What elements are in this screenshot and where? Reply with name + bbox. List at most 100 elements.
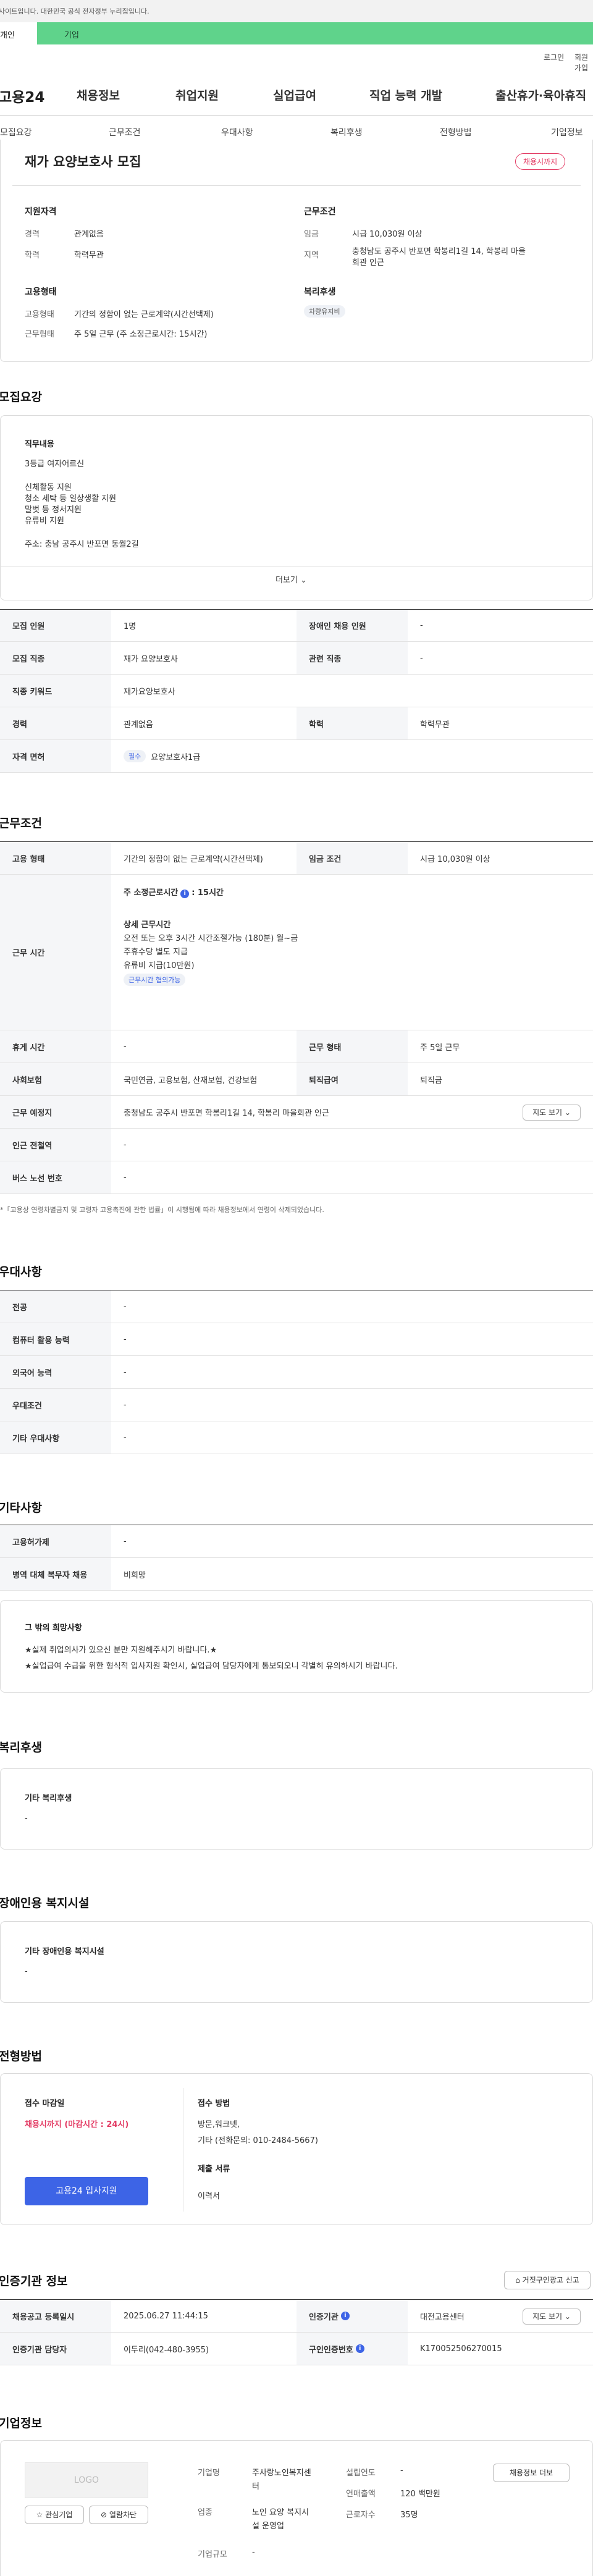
map-view-label: 지도 보기 [532, 1108, 563, 1117]
site-logo[interactable]: 고용24 [0, 85, 44, 106]
welfare-heading: 기타 복리후생 [25, 1794, 72, 1803]
tabnav-conditions[interactable]: 근무조건 [109, 126, 141, 138]
job-line: 유류비 지원 [25, 516, 64, 526]
table-cell: - [124, 1302, 127, 1311]
table-header: 인증기관 i [296, 2300, 408, 2332]
tabnav-selection[interactable]: 전형방법 [440, 126, 472, 138]
job-line: 주소: 충남 공주시 반포면 동월2길 [25, 540, 139, 549]
table-header: 직종 키워드 [0, 675, 111, 707]
table-row: 채용공고 등록일시 2025.06.27 11:44:15 인증기관 i 대전고용… [0, 2300, 593, 2333]
tabnav-recruit[interactable]: 모집요강 [0, 126, 32, 138]
table-cell: 2025.06.27 11:44:15 [124, 2311, 208, 2321]
table-row: 휴게 시간 - 근무 형태 주 5일 근무 [0, 1030, 593, 1063]
interest-company-button[interactable]: ☆ 관심기업 [25, 2506, 84, 2524]
signup-link[interactable]: 회원가입 [574, 52, 593, 73]
age-footnote: *「고용상 연령차별금지 및 고령자 고용촉진에 관한 법률」이 시행됨에 따라… [0, 1206, 324, 1214]
table-header: 근무 예정지 [0, 1096, 111, 1128]
table-header: 인증기관 담당자 [0, 2333, 111, 2365]
gnb-item-job-training[interactable]: 직업 능력 개발 [369, 86, 442, 103]
table-header: 구인인증번호 i [296, 2333, 408, 2365]
tabnav-company[interactable]: 기업정보 [551, 126, 583, 138]
welfare-value: - [25, 1814, 28, 1823]
work-hours-cell: 주 소정근로시간 i: 15시간 상세 근무시간 오전 또는 오후 3시간 시간조… [111, 875, 593, 1030]
table-header: 장애인 채용 인원 [296, 610, 408, 641]
job-line: 말벗 등 정서지원 [25, 505, 82, 515]
more-button[interactable]: 더보기 ⌄ [275, 573, 307, 585]
more-jobs-button[interactable]: 채용정보 더보 [493, 2464, 570, 2482]
table-row: 직종 키워드 재가요양보호사 [0, 675, 593, 707]
table-row: 자격 면허 필수 요양보호사1급 [0, 740, 593, 773]
disability-card [0, 1921, 593, 2003]
revenue-label: 연매출액 [346, 2490, 376, 2499]
info-icon[interactable]: i [180, 890, 190, 898]
table-cell: 재가요양보호사 [124, 687, 175, 697]
table-header: 퇴직급여 [296, 1063, 408, 1095]
company-logo: LOGO [25, 2462, 148, 2498]
gnb-item-parental-leave[interactable]: 출산휴가·육아휴직 [495, 86, 586, 103]
education-label: 학력 [25, 251, 40, 260]
table-header: 경력 [0, 707, 111, 739]
table-cell: 시급 10,030원 이상 [420, 854, 490, 864]
job-line: 3등급 여자어르신 [25, 460, 85, 469]
block-icon: ⊘ [100, 2511, 107, 2519]
map-view-button[interactable]: 지도 보기 ⌄ [523, 2309, 581, 2325]
table-row: 고용허가제 - [0, 1525, 593, 1558]
info-icon[interactable]: i [355, 2344, 364, 2353]
tabnav-preference[interactable]: 우대사항 [221, 126, 253, 138]
table-cell: - [124, 1042, 127, 1051]
table-row: 인증기관 담당자 이두리(042-480-3955) 구인인증번호 i K1700… [0, 2333, 593, 2365]
table-row: 병역 대체 복무자 채용 비희망 [0, 1558, 593, 1591]
table-cell: 관계없음 [124, 720, 153, 730]
table-row: 전공 - [0, 1290, 593, 1323]
job-title: 재가 요양보호사 모집 [25, 154, 141, 169]
detail-hours-line: 유류비 지급(10만원) [124, 961, 195, 970]
required-tag: 필수 [124, 750, 146, 762]
table-row: 인근 전철역 - [0, 1129, 593, 1161]
map-view-button[interactable]: 지도 보기 ⌄ [523, 1105, 581, 1121]
table-header: 근무 시간 [0, 875, 111, 1030]
gnb-item-jobs[interactable]: 채용정보 [77, 86, 120, 103]
gnb-item-employment-support[interactable]: 취업지원 [175, 86, 219, 103]
table-cell: 기간의 정함이 없는 근로계약(시간선택제) [124, 854, 263, 864]
cert-section-title: 인증기관 정보 [0, 2275, 68, 2288]
interest-company-label: 관심기업 [45, 2511, 73, 2519]
table-cell: 학력무관 [420, 720, 450, 730]
employment-type-label: 고용형태 [25, 310, 54, 319]
login-link[interactable]: 로그인 [544, 52, 564, 62]
method-line: 기타 (전화문의: 010-2484-5667) [198, 2136, 318, 2145]
career-label: 경력 [25, 230, 40, 239]
detail-hours-line: 주휴수당 별도 지급 [124, 948, 188, 957]
industry-label: 업종 [198, 2508, 212, 2517]
summary-divider [12, 185, 581, 186]
info-icon[interactable]: i [340, 2312, 350, 2320]
table-cell: - [420, 621, 423, 630]
shift-value: 주 5일 근무 (주 소정근로시간: 15시간) [74, 330, 208, 339]
table-header: 고용 형태 [0, 842, 111, 874]
block-view-label: 열람차단 [109, 2511, 137, 2519]
preference-section-title: 우대사항 [0, 1265, 42, 1279]
table-header: 관련 직종 [296, 642, 408, 674]
table-cell: - [124, 1172, 127, 1182]
weekly-hours-label: 주 소정근로시간 [124, 888, 179, 898]
tab-corporate[interactable]: 기업 [37, 22, 593, 44]
wage-label: 임금 [304, 230, 319, 239]
employees-label: 근로자수 [346, 2511, 376, 2520]
table-cell: 대전고용센터 [420, 2312, 465, 2322]
tabnav-welfare[interactable]: 복리후생 [330, 126, 363, 138]
table-cell: 1명 [124, 622, 137, 631]
report-false-ad-button[interactable]: ⌂ 거짓구인광고 신고 [504, 2271, 591, 2289]
table-cell: - [124, 1367, 127, 1377]
table-header: 자격 면허 [0, 740, 111, 772]
apply-button[interactable]: 고용24 입사지원 [25, 2177, 148, 2205]
report-false-ad-label: 거짓구인광고 신고 [522, 2276, 579, 2284]
tab-personal[interactable]: 개인 [0, 22, 37, 44]
disability-section-title: 장애인용 복지시설 [0, 1896, 90, 1910]
table-header: 채용공고 등록일시 [0, 2300, 111, 2332]
table-header: 인근 전철역 [0, 1129, 111, 1161]
wage-value: 시급 10,030원 이상 [352, 230, 423, 239]
company-section-title: 기업정보 [0, 2417, 42, 2430]
block-view-button[interactable]: ⊘ 열람차단 [89, 2506, 148, 2524]
table-row: 컴퓨터 활용 능력 - [0, 1323, 593, 1356]
company-name-value: 주사랑노인복지센 [252, 2469, 311, 2478]
gnb-item-unemployment-benefit[interactable]: 실업급여 [273, 86, 316, 103]
